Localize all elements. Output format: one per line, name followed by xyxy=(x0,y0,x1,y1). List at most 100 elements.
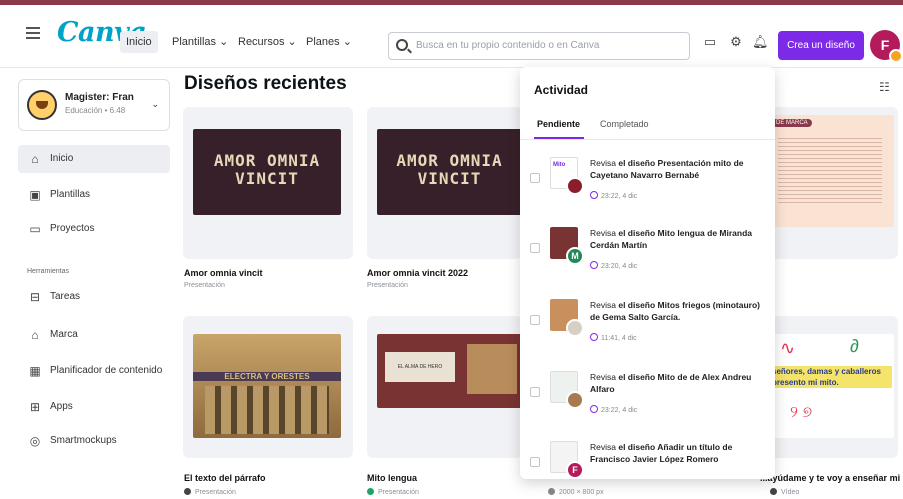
activity-text: Revisa el diseño Mitos friegos (minotaur… xyxy=(590,299,765,323)
design-card[interactable]: EL ALMA DE HERO xyxy=(367,316,522,458)
list-view-icon[interactable]: ☷ xyxy=(879,80,890,94)
design-subtitle: Presentación xyxy=(184,488,236,496)
sidebar-item-tareas[interactable]: ⊟ Tareas xyxy=(18,283,170,311)
bell-icon[interactable]: 🔔︎ xyxy=(752,34,769,50)
user-avatar: F xyxy=(566,461,584,479)
activity-prefix: Revisa xyxy=(590,158,619,168)
activity-item[interactable]: Mito Revisa el diseño Presentación mito … xyxy=(520,149,775,219)
design-card[interactable]: AMOR OMNIA VINCIT xyxy=(183,107,353,259)
activity-prefix: Revisa xyxy=(590,372,619,382)
nav-planes-label: Planes xyxy=(306,36,340,48)
design-thumbnail: ELECTRA Y ORESTES xyxy=(193,334,341,438)
video-icon xyxy=(770,488,777,495)
nav-recursos-label: Recursos xyxy=(238,36,285,48)
design-card[interactable]: DE MARCA xyxy=(770,107,898,259)
nav-inicio[interactable]: Inicio xyxy=(120,31,158,53)
page-title: Diseños recientes xyxy=(184,73,347,94)
sidebar-item-planificador[interactable]: ▦ Planificador de contenido xyxy=(18,357,170,385)
checkbox[interactable] xyxy=(530,457,540,467)
activity-time: 11:41, 4 dic xyxy=(590,333,637,342)
menu-icon[interactable] xyxy=(26,27,40,39)
design-title[interactable]: ...ayúdame y te voy a enseñar mi ... xyxy=(760,473,903,483)
activity-time-label: 23:22, 4 dic xyxy=(601,407,638,414)
search-input[interactable]: Busca en tu propio contenido o en Canva xyxy=(388,32,690,60)
sidebar-item-label: Apps xyxy=(50,401,73,412)
design-thumbnail: AMOR OMNIA VINCIT xyxy=(193,129,341,215)
nav-recursos[interactable]: Recursos ⌄ xyxy=(238,33,297,51)
inbox-icon: ⊟ xyxy=(29,290,41,304)
design-card[interactable]: ELECTRA Y ORESTES xyxy=(183,316,353,458)
sidebar-item-apps[interactable]: ⊞ Apps xyxy=(18,393,170,421)
sidebar-item-label: Inicio xyxy=(50,153,74,164)
sidebar: Magister: Fran Educación • 6.48 ⌄ ⌂ Inic… xyxy=(0,69,175,499)
team-subtitle: Educación • 6.48 xyxy=(65,106,126,115)
design-title[interactable]: Amor omnia vincit 2022 xyxy=(367,268,468,278)
checkbox[interactable] xyxy=(530,315,540,325)
sidebar-item-smartmockups[interactable]: ◎ Smartmockups xyxy=(18,427,170,455)
thumb-text: AMOR OMNIA xyxy=(213,151,321,170)
design-card[interactable]: ∿ ∂ señores, damas y caballeros presento… xyxy=(770,316,898,458)
sidebar-item-label: Smartmockups xyxy=(50,435,117,446)
folder-icon: ▭ xyxy=(29,222,41,236)
clock-icon xyxy=(590,261,598,269)
avatar-initial: F xyxy=(880,37,890,53)
top-bar: Canva Inicio Plantillas ⌄ Recursos ⌄ Pla… xyxy=(0,5,903,68)
thumb-text: VINCIT xyxy=(235,169,299,188)
sidebar-item-marca[interactable]: ⌂ Marca xyxy=(18,321,170,349)
sidebar-item-proyectos[interactable]: ▭ Proyectos xyxy=(18,215,170,243)
activity-time: 23:20, 4 dic xyxy=(590,261,637,270)
gear-icon[interactable]: ⚙ xyxy=(728,34,744,50)
nav-planes[interactable]: Planes ⌄ xyxy=(306,33,352,51)
design-title[interactable]: El texto del párrafo xyxy=(184,473,266,483)
design-subtitle: Presentación xyxy=(367,282,408,289)
tab-pendiente[interactable]: Pendiente xyxy=(537,119,580,129)
user-avatar xyxy=(566,177,584,195)
design-card[interactable]: AMOR OMNIA VINCIT xyxy=(367,107,522,259)
thumb-text: ELECTRA Y ORESTES xyxy=(193,372,341,381)
activity-text: Revisa el diseño Mito lengua de Miranda … xyxy=(590,227,765,251)
sidebar-item-label: Plantillas xyxy=(50,189,91,200)
checkbox[interactable] xyxy=(530,387,540,397)
checkbox[interactable] xyxy=(530,243,540,253)
team-switcher[interactable]: Magister: Fran Educación • 6.48 ⌄ xyxy=(18,79,170,131)
avatar[interactable]: F xyxy=(870,30,903,63)
create-design-button[interactable]: Crea un diseño xyxy=(778,31,864,60)
chevron-down-icon: ⌄ xyxy=(287,36,297,48)
design-title[interactable]: Amor omnia vincit xyxy=(184,268,263,278)
chevron-down-icon: ⌄ xyxy=(151,99,159,109)
sidebar-item-label: Tareas xyxy=(50,291,81,302)
activity-prefix: Revisa xyxy=(590,442,619,452)
presentation-icon xyxy=(184,488,191,495)
design-subtitle-label: Vídeo xyxy=(781,489,800,496)
tab-completado[interactable]: Completado xyxy=(600,119,649,129)
thumb-painting xyxy=(467,344,517,394)
activity-time: 23:22, 4 dic xyxy=(590,191,637,200)
nav-plantillas-label: Plantillas xyxy=(172,36,217,48)
activity-item[interactable]: M Revisa el diseño Mito lengua de Mirand… xyxy=(520,219,775,289)
team-badge-icon xyxy=(889,49,903,63)
sidebar-item-plantillas[interactable]: ▣ Plantillas xyxy=(18,181,170,209)
monitor-icon[interactable]: ▭ xyxy=(702,34,718,50)
thumb-text: EL ALMA DE HERO xyxy=(385,352,455,382)
design-title[interactable]: Mito lengua xyxy=(367,473,417,483)
user-avatar xyxy=(566,391,584,409)
divider xyxy=(520,139,775,140)
activity-item[interactable]: F Revisa el diseño Añadir un título de F… xyxy=(520,433,775,479)
squiggle-decoration: ∂ xyxy=(850,336,859,356)
thumb-text: VINCIT xyxy=(417,169,482,188)
checkbox[interactable] xyxy=(530,173,540,183)
home-icon: ⌂ xyxy=(31,152,39,166)
activity-text: Revisa el diseño Mito de de Alex Andreu … xyxy=(590,371,765,395)
sidebar-item-inicio[interactable]: ⌂ Inicio xyxy=(18,145,170,173)
chevron-down-icon: ⌄ xyxy=(342,36,352,48)
template-icon: ▣ xyxy=(29,188,41,202)
activity-item[interactable]: Revisa el diseño Mito de de Alex Andreu … xyxy=(520,363,775,433)
design-thumbnail: EL ALMA DE HERO xyxy=(377,334,522,408)
activity-time: 23:22, 4 dic xyxy=(590,405,637,414)
activity-text: Revisa el diseño Presentación mito de Ca… xyxy=(590,157,765,181)
nav-plantillas[interactable]: Plantillas ⌄ xyxy=(172,33,228,51)
doc-lines xyxy=(778,135,882,205)
team-avatar xyxy=(27,90,57,120)
activity-item[interactable]: Revisa el diseño Mitos friegos (minotaur… xyxy=(520,291,775,361)
calendar-icon: ▦ xyxy=(29,364,41,378)
